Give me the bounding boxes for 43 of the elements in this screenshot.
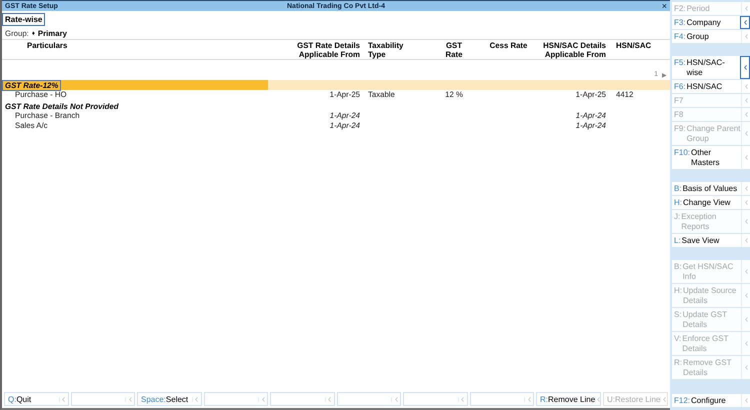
chevron-icon <box>744 200 748 205</box>
chevron-icon <box>744 131 748 136</box>
chevron-icon <box>744 238 748 243</box>
sidebar-button[interactable]: L:Save View <box>672 234 750 248</box>
chevron-icon <box>62 396 65 402</box>
chevron-icon <box>328 396 331 402</box>
chevron-icon <box>195 396 198 402</box>
sidebar-button[interactable]: F3:Company <box>672 16 750 30</box>
chevron-icon <box>744 317 748 322</box>
chevron-icon <box>744 365 748 370</box>
chevron-icon <box>744 84 748 89</box>
chevron-icon <box>744 293 748 298</box>
chevron-icon <box>744 20 746 25</box>
sidebar-button[interactable]: B:Basis of Values <box>672 182 750 196</box>
close-button[interactable]: × <box>662 1 670 11</box>
sidebar-button[interactable]: F6:HSN/SAC <box>672 80 750 94</box>
sidebar-button[interactable]: F10:Other Masters <box>672 146 750 170</box>
chevron-icon <box>744 6 748 11</box>
chevron-icon <box>744 398 748 403</box>
chevron-icon <box>394 396 398 402</box>
chevron-icon <box>744 219 748 224</box>
chevron-icon <box>744 155 748 160</box>
chevron-icon <box>744 186 748 191</box>
chevron-icon <box>744 98 748 103</box>
chevron-icon <box>744 269 748 274</box>
sidebar-button[interactable]: H:Change View <box>672 196 750 210</box>
sidebar-button[interactable]: F12:Configure <box>672 394 750 408</box>
chevron-icon <box>744 341 748 346</box>
chevron-icon <box>461 396 464 402</box>
chevron-icon <box>596 396 600 402</box>
chevron-icon <box>744 34 748 39</box>
view-label: Rate-wise <box>2 13 46 26</box>
chevron-icon <box>662 396 666 402</box>
chevron-icon <box>128 396 132 402</box>
sidebar-button[interactable]: F5:HSN/SAC-wise <box>672 56 750 80</box>
footer-button[interactable]: Space:Select <box>137 392 202 406</box>
footer-button[interactable]: R:Remove Line <box>536 392 601 406</box>
chevron-icon <box>262 396 264 402</box>
sidebar-button[interactable]: F4:Group <box>672 30 750 44</box>
footer-button[interactable]: Q:Quit <box>4 392 68 406</box>
chevron-icon <box>528 396 530 402</box>
chevron-icon <box>744 65 746 70</box>
chevron-icon <box>744 112 748 117</box>
